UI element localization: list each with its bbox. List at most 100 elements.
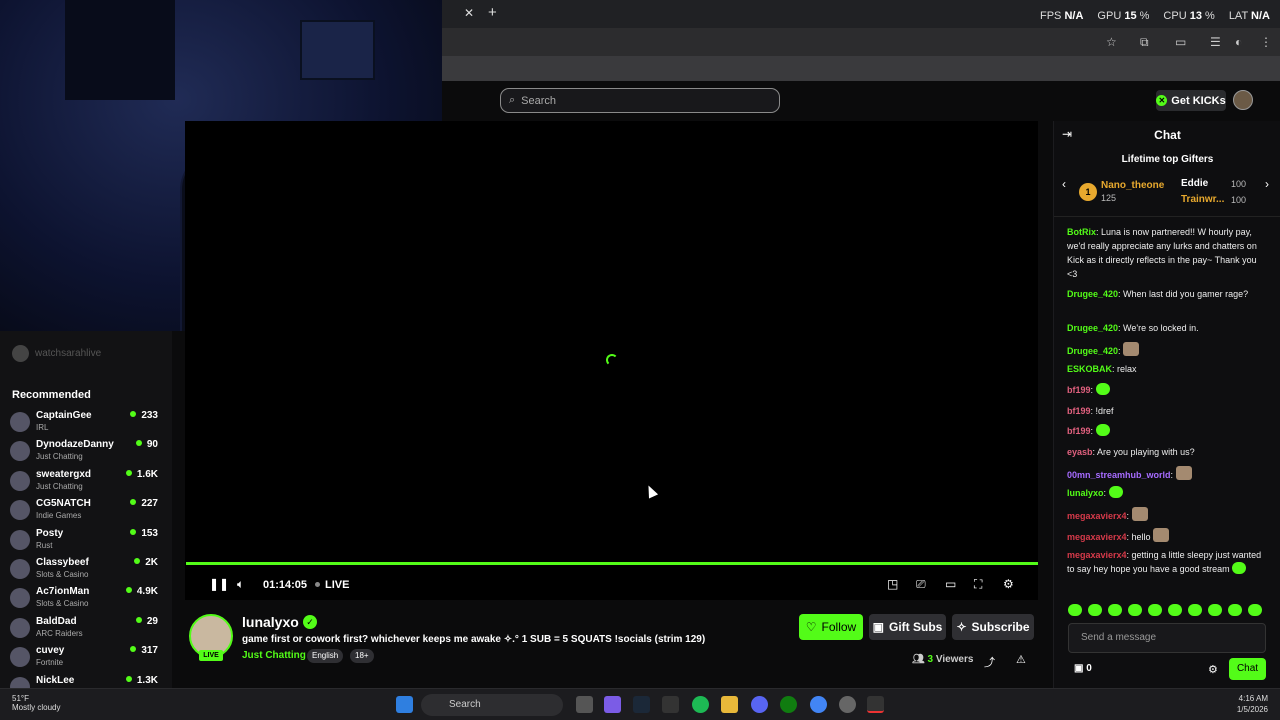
sidebar-channel[interactable]: cuvey Fortnite 317 xyxy=(10,644,160,672)
chat-username[interactable]: Drugee_420 xyxy=(1067,323,1118,333)
sidebar-channel[interactable]: CG5NATCH Indie Games 227 xyxy=(10,497,160,525)
chat-username[interactable]: bf199 xyxy=(1067,385,1091,395)
sidebar-channel[interactable]: Ac7ionMan Slots & Casino 4.9K xyxy=(10,585,160,613)
emote-icon[interactable] xyxy=(1248,604,1262,616)
subscribe-button[interactable]: ✧ Subscribe xyxy=(952,614,1034,640)
emote-icon xyxy=(1232,562,1247,574)
sidebar-channel[interactable]: CaptainGee IRL 233 xyxy=(10,409,160,437)
chat-text: : xyxy=(1103,488,1107,498)
volume-icon[interactable]: 🔈︎ xyxy=(237,577,244,592)
tag-mature[interactable]: 18+ xyxy=(350,649,374,663)
user-avatar[interactable] xyxy=(1233,90,1253,110)
emote-icon[interactable] xyxy=(1128,604,1142,616)
chat-send-button[interactable]: Chat xyxy=(1229,658,1266,680)
gifter-amount: 125 xyxy=(1101,193,1117,203)
emote-icon[interactable] xyxy=(1148,604,1162,616)
xbox-icon[interactable] xyxy=(780,696,797,713)
copilot-icon[interactable] xyxy=(604,696,621,713)
extensions-icon[interactable]: ⧉ xyxy=(1140,35,1149,50)
chrome-icon[interactable] xyxy=(810,696,827,713)
sidebar-channel[interactable]: sweatergxd Just Chatting 1.6K xyxy=(10,468,160,496)
chat-message-input[interactable]: Send a message xyxy=(1068,623,1266,653)
chat-settings-icon[interactable]: ⚙ xyxy=(1208,663,1218,676)
profile-icon[interactable]: ◐ xyxy=(1235,35,1242,49)
spotify-icon[interactable] xyxy=(692,696,709,713)
chat-username[interactable]: Drugee_420 xyxy=(1067,289,1118,299)
emote-icon[interactable] xyxy=(1068,604,1082,616)
emote-icon[interactable] xyxy=(1088,604,1102,616)
more-icon[interactable]: ⋮ xyxy=(1260,35,1272,49)
emote-icon[interactable] xyxy=(1188,604,1202,616)
avatar xyxy=(10,529,30,550)
chat-username[interactable]: ESKOBAK xyxy=(1067,364,1112,374)
emote-icon[interactable] xyxy=(1228,604,1242,616)
settings-gear-icon[interactable]: ⚙ xyxy=(1003,577,1014,591)
clip-icon[interactable]: ⎚ xyxy=(916,577,926,592)
steam-icon[interactable] xyxy=(633,696,650,713)
close-tab-icon[interactable]: ✕ xyxy=(464,6,474,20)
epic-games-icon[interactable] xyxy=(662,696,679,713)
new-tab-icon[interactable]: + xyxy=(488,4,497,21)
gifter-name[interactable]: Eddie xyxy=(1181,178,1208,189)
epic-launcher-icon[interactable] xyxy=(867,696,884,713)
channel-category: Indie Games xyxy=(36,511,82,521)
theater-mode-icon[interactable]: ▭ xyxy=(945,577,956,591)
chevron-left-icon[interactable]: ‹ xyxy=(1062,177,1066,191)
cast-icon[interactable]: ▭ xyxy=(1175,35,1186,49)
emote-icon xyxy=(1175,466,1192,480)
emote-icon xyxy=(1108,486,1123,498)
chat-username[interactable]: bf199 xyxy=(1067,426,1091,436)
gifter-name[interactable]: Nano_theone xyxy=(1101,180,1164,191)
chat-username[interactable]: lunalyxo xyxy=(1067,488,1104,498)
emote-icon[interactable] xyxy=(1168,604,1182,616)
tag-language[interactable]: English xyxy=(307,649,344,663)
channel-category: Just Chatting xyxy=(36,452,83,462)
sidebar-channel[interactable]: DynodazeDanny Just Chatting 90 xyxy=(10,438,160,466)
sidebar-channel[interactable]: Posty Rust 153 xyxy=(10,527,160,555)
emote-icon[interactable] xyxy=(1108,604,1122,616)
emote-icon[interactable] xyxy=(1208,604,1222,616)
follow-button[interactable]: ♡ Follow xyxy=(799,614,863,640)
chat-username[interactable]: megaxavierx4 xyxy=(1067,550,1127,560)
star-icon[interactable]: ☆ xyxy=(1106,35,1117,49)
discord-icon[interactable] xyxy=(751,696,768,713)
menu-list-icon[interactable]: ☰ xyxy=(1210,35,1221,49)
chevron-right-icon[interactable]: › xyxy=(1265,177,1269,191)
avatar xyxy=(12,345,29,362)
pinned-channel[interactable]: watchsarahlive xyxy=(12,345,101,362)
file-explorer-icon[interactable] xyxy=(721,696,738,713)
task-view-icon[interactable] xyxy=(576,696,593,713)
sidebar: watchsarahlive Recommended CaptainGee IRL… xyxy=(0,331,172,697)
progress-bar[interactable] xyxy=(186,562,1038,565)
chat-username[interactable]: megaxavierx4 xyxy=(1067,532,1127,542)
search-input[interactable]: ⌕ Search xyxy=(500,88,780,113)
gifter-name[interactable]: Trainwr... xyxy=(1181,194,1224,205)
streamer-name[interactable]: lunalyxo xyxy=(242,614,299,630)
chat-username[interactable]: eyasb xyxy=(1067,447,1093,457)
system-tray[interactable]: 4:16 AM 1/5/2026 xyxy=(1237,693,1268,715)
weather-widget[interactable]: 51°F Mostly cloudy xyxy=(12,694,60,712)
windows-start-icon[interactable] xyxy=(396,696,413,713)
fullscreen-icon[interactable]: ⛶ xyxy=(974,577,982,592)
mini-player-icon[interactable]: ◳ xyxy=(887,577,898,591)
sidebar-channel[interactable]: Classybeef Slots & Casino 2K xyxy=(10,556,160,584)
category-link[interactable]: Just Chatting xyxy=(242,650,306,661)
gift-subs-button[interactable]: ▣ Gift Subs xyxy=(869,614,946,640)
address-bar[interactable]: ☆ ⧉ ▭ ☰ ◐ ⋮ xyxy=(442,28,1280,56)
chat-username[interactable]: bf199 xyxy=(1067,406,1091,416)
chat-text: : We're so locked in. xyxy=(1118,323,1199,333)
report-icon[interactable]: ⚠ xyxy=(1016,653,1026,666)
avatar xyxy=(10,617,30,638)
chat-message: Drugee_420: xyxy=(1067,342,1269,358)
taskbar-search[interactable]: Search xyxy=(421,694,563,716)
get-kicks-button[interactable]: ✕ Get KICKs xyxy=(1156,90,1226,111)
chat-username[interactable]: 00mn_streamhub_world xyxy=(1067,470,1171,480)
sidebar-channel[interactable]: BaldDad ARC Raiders 29 xyxy=(10,615,160,643)
kicks-balance[interactable]: ▣ 0 xyxy=(1074,663,1092,674)
share-icon[interactable]: ⤴ xyxy=(984,654,995,670)
chat-username[interactable]: megaxavierx4 xyxy=(1067,511,1127,521)
app-icon[interactable] xyxy=(839,696,856,713)
chat-username[interactable]: Drugee_420 xyxy=(1067,346,1118,356)
chat-username[interactable]: BotRix xyxy=(1067,227,1096,237)
pause-icon[interactable]: ❚❚ xyxy=(209,577,229,591)
